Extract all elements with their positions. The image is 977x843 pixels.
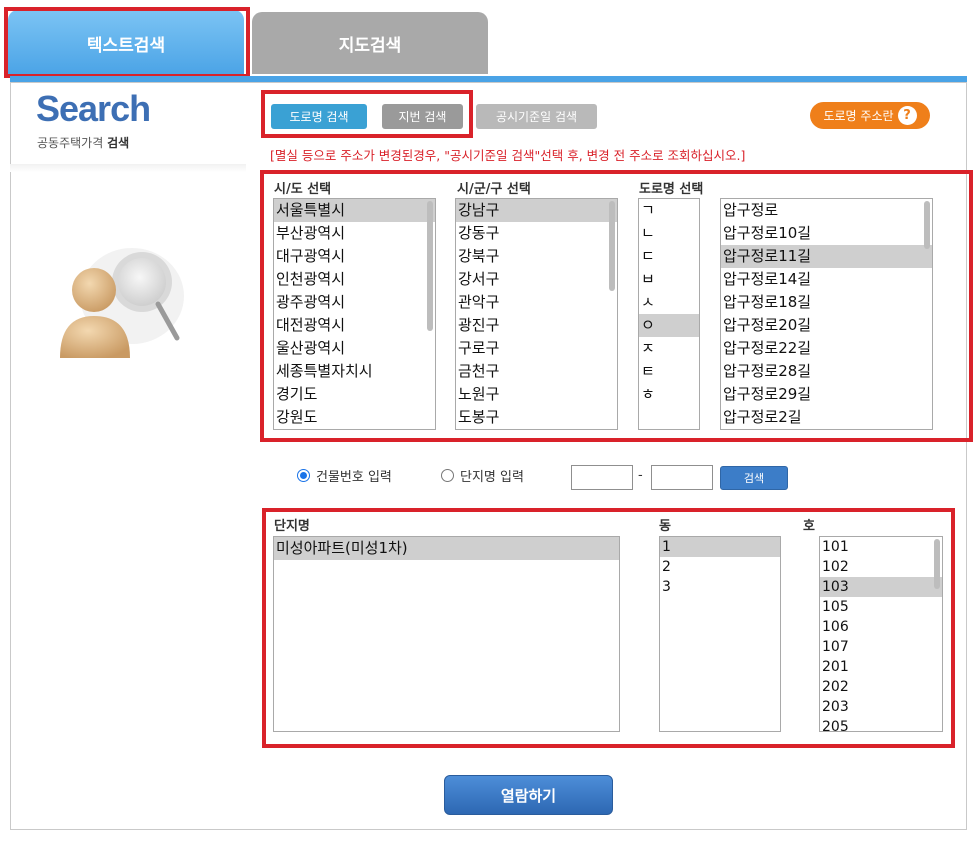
sigungu-scrollbar[interactable] — [609, 201, 615, 291]
sido-option[interactable]: 서울특별시 — [274, 199, 435, 222]
sido-option[interactable]: 대구광역시 — [274, 245, 435, 268]
consonant-option[interactable]: ㄷ — [639, 245, 699, 268]
road-name-option[interactable]: 압구정로29길 — [721, 383, 932, 406]
road-name-option[interactable]: 압구정로11길 — [721, 245, 932, 268]
sido-title: 시/도 선택 — [274, 182, 332, 197]
radio-dot-selected — [297, 469, 310, 482]
sigungu-option[interactable]: 강북구 — [456, 245, 617, 268]
search-logo: Search — [36, 88, 151, 129]
tab-map-search[interactable]: 지도검색 — [252, 12, 488, 74]
consonant-option[interactable]: ㅇ — [639, 314, 699, 337]
road-name-option[interactable]: 압구정로2길 — [721, 406, 932, 429]
ho-option[interactable]: 107 — [820, 637, 942, 657]
consonant-option[interactable]: ㅂ — [639, 268, 699, 291]
mode-highlight-frame — [261, 90, 473, 138]
question-icon: ? — [897, 106, 917, 125]
building-number-radio-label: 건물번호 입력 — [316, 470, 392, 485]
address-change-notice: [멸실 등으로 주소가 변경된경우, "공시기준일 검색"선택 후, 변경 전 … — [270, 148, 746, 163]
input-dash: - — [638, 468, 643, 483]
radio-dot — [441, 469, 454, 482]
tab-highlight-frame — [4, 7, 250, 78]
road-address-help-button[interactable]: 도로명 주소란 ? — [810, 102, 930, 129]
ho-option[interactable]: 106 — [820, 617, 942, 637]
sigungu-option[interactable]: 강동구 — [456, 222, 617, 245]
dong-listbox[interactable]: 123 — [659, 536, 781, 732]
left-divider — [10, 164, 246, 172]
ho-title: 호 — [803, 519, 815, 534]
sigungu-option[interactable]: 광진구 — [456, 314, 617, 337]
building-search-button[interactable]: 검색 — [720, 466, 788, 490]
sigungu-option[interactable]: 금천구 — [456, 360, 617, 383]
ho-listbox[interactable]: 101 102 103 105 106 107 201 202 203 205 — [819, 536, 943, 732]
sigungu-option[interactable]: 관악구 — [456, 291, 617, 314]
sigungu-option[interactable]: 강서구 — [456, 268, 617, 291]
announcement-date-search-button[interactable]: 공시기준일 검색 — [476, 104, 597, 129]
complex-option[interactable]: 미성아파트(미성1차) — [274, 537, 619, 560]
consonant-option[interactable]: ㅌ — [639, 360, 699, 383]
ho-scrollbar[interactable] — [934, 539, 940, 589]
road-name-listbox[interactable]: 압구정로 압구정로10길 압구정로11길 압구정로14길 압구정로18길 압구정로20길 압… — [720, 198, 933, 430]
road-name-option[interactable]: 압구정로28길 — [721, 360, 932, 383]
ho-option[interactable]: 205 — [820, 717, 942, 731]
road-name-option[interactable]: 압구정로20길 — [721, 314, 932, 337]
dong-option[interactable]: 2 — [660, 557, 780, 577]
complex-title: 단지명 — [274, 519, 310, 534]
view-button[interactable]: 열람하기 — [444, 775, 613, 815]
sido-option[interactable]: 경기도 — [274, 383, 435, 406]
page: 텍스트검색 지도검색 Search 공동주택가격 검색 도로명 검색 지번 검색… — [0, 0, 977, 843]
road-scrollbar[interactable] — [924, 201, 930, 249]
sido-option[interactable]: 광주광역시 — [274, 291, 435, 314]
consonant-option[interactable]: ㄱ — [639, 199, 699, 222]
consonant-option[interactable]: ㅅ — [639, 291, 699, 314]
search-subtitle: 공동주택가격 검색 — [37, 134, 129, 151]
dong-option[interactable]: 1 — [660, 537, 780, 557]
complex-name-radio-label: 단지명 입력 — [460, 470, 524, 485]
person-magnifier-illustration — [60, 248, 184, 358]
road-name-option[interactable]: 압구정로18길 — [721, 291, 932, 314]
sido-option[interactable]: 부산광역시 — [274, 222, 435, 245]
ho-option[interactable]: 201 — [820, 657, 942, 677]
consonant-listbox[interactable]: ㄱㄴㄷㅂㅅㅇㅈㅌㅎ — [638, 198, 700, 430]
ho-option[interactable]: 102 — [820, 557, 942, 577]
sigungu-title: 시/군/구 선택 — [457, 182, 531, 197]
road-name-option[interactable]: 압구정로10길 — [721, 222, 932, 245]
search-subtitle-prefix: 공동주택가격 — [37, 136, 104, 150]
sigungu-option[interactable]: 도봉구 — [456, 406, 617, 429]
consonant-option[interactable]: ㅎ — [639, 383, 699, 406]
complex-listbox[interactable]: 미성아파트(미성1차) — [273, 536, 620, 732]
building-number-main-input[interactable] — [571, 465, 633, 490]
consonant-option[interactable]: ㅈ — [639, 337, 699, 360]
search-subtitle-strong: 검색 — [107, 136, 130, 150]
sigungu-listbox[interactable]: 강남구 강동구 강북구 강서구 관악구 광진구 구로구 금천구 노원구 도봉구 — [455, 198, 618, 430]
road-name-option[interactable]: 압구정로 — [721, 199, 932, 222]
dong-option[interactable]: 3 — [660, 577, 780, 597]
ho-option[interactable]: 203 — [820, 697, 942, 717]
sigungu-option[interactable]: 강남구 — [456, 199, 617, 222]
road-title: 도로명 선택 — [639, 182, 704, 197]
building-number-sub-input[interactable] — [651, 465, 713, 490]
sido-option[interactable]: 강원도 — [274, 406, 435, 429]
ho-option[interactable]: 105 — [820, 597, 942, 617]
building-number-radio[interactable]: 건물번호 입력 — [297, 466, 392, 485]
sigungu-option[interactable]: 노원구 — [456, 383, 617, 406]
road-address-help-label: 도로명 주소란 — [823, 109, 894, 123]
ho-option[interactable]: 103 — [820, 577, 942, 597]
sido-option[interactable]: 울산광역시 — [274, 337, 435, 360]
tab-map-search-label: 지도검색 — [338, 35, 402, 56]
sido-listbox[interactable]: 서울특별시 부산광역시 대구광역시 인천광역시 광주광역시 대전광역시 울산광역시 세종특별자… — [273, 198, 436, 430]
sido-option[interactable]: 대전광역시 — [274, 314, 435, 337]
road-name-option[interactable]: 압구정로14길 — [721, 268, 932, 291]
sido-scrollbar[interactable] — [427, 201, 433, 331]
consonant-option[interactable]: ㄴ — [639, 222, 699, 245]
dong-title: 동 — [659, 519, 671, 534]
complex-name-radio[interactable]: 단지명 입력 — [441, 466, 524, 485]
ho-option[interactable]: 202 — [820, 677, 942, 697]
sido-option[interactable]: 세종특별자치시 — [274, 360, 435, 383]
ho-option[interactable]: 101 — [820, 537, 942, 557]
sigungu-option[interactable]: 구로구 — [456, 337, 617, 360]
road-name-option[interactable]: 압구정로22길 — [721, 337, 932, 360]
sido-option[interactable]: 인천광역시 — [274, 268, 435, 291]
